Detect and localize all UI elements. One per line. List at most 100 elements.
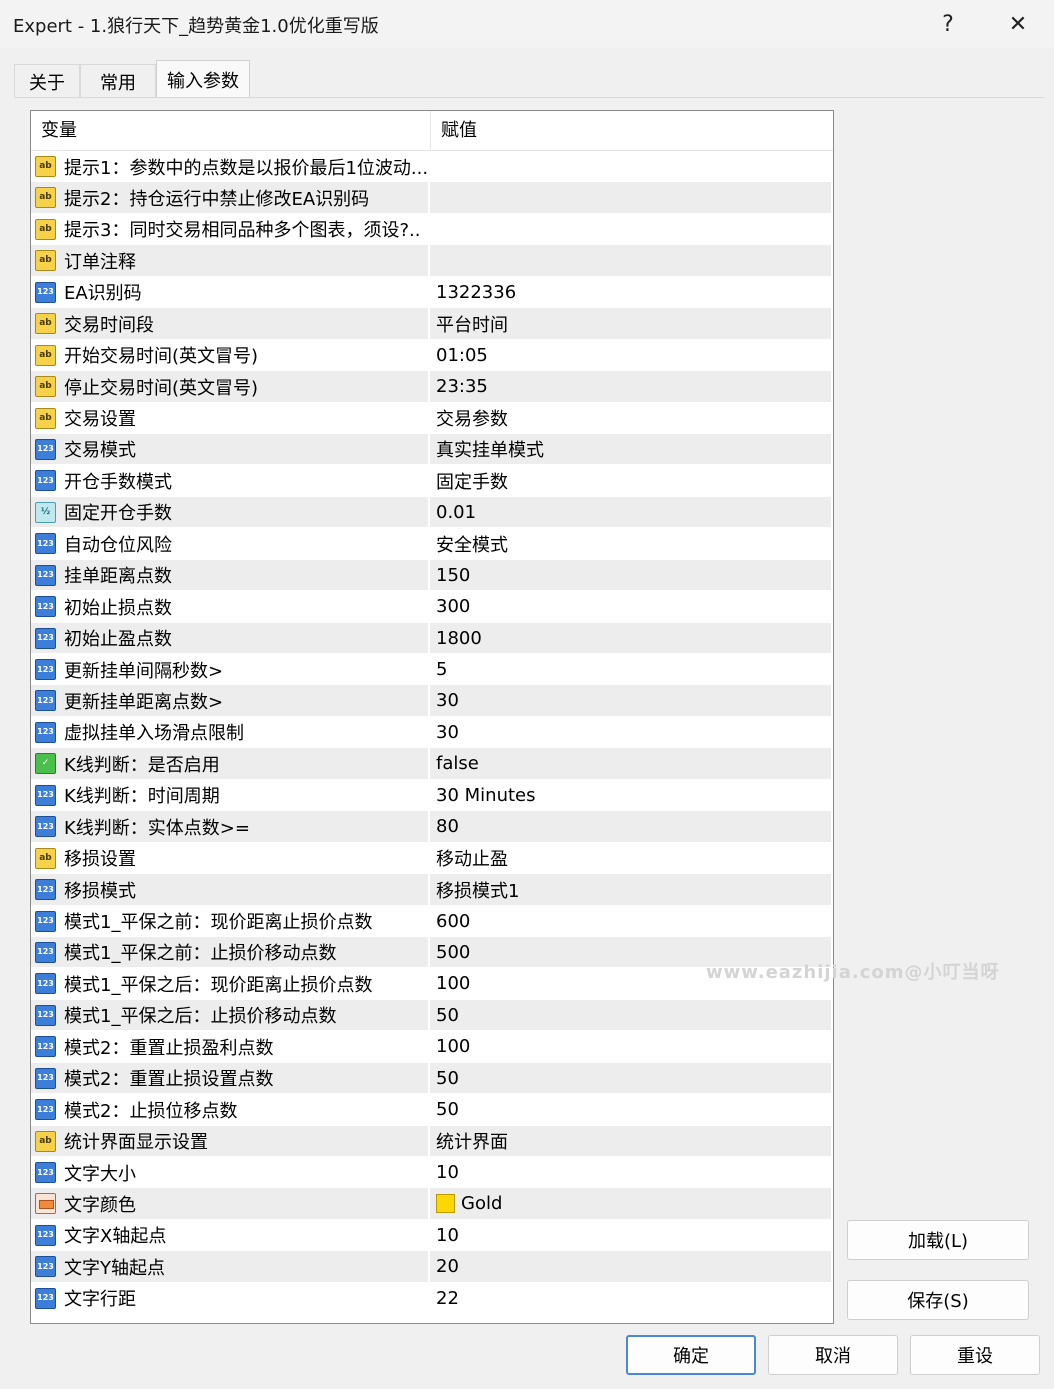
value-cell[interactable]: 23:35 [431, 371, 831, 402]
cancel-button[interactable]: 取消 [768, 1335, 898, 1375]
value-cell[interactable]: 真实挂单模式 [431, 434, 831, 465]
table-row[interactable]: 123 文字行距 22 [31, 1282, 831, 1315]
variable-cell[interactable]: ab 交易时间段 [31, 308, 430, 340]
variable-cell[interactable]: 123 开仓手数模式 [31, 465, 430, 497]
table-row[interactable]: 123 文字Y轴起点 20 [31, 1251, 831, 1283]
table-row[interactable]: ab 订单注释 [31, 245, 831, 277]
variable-cell[interactable]: 123 更新挂单距离点数> [31, 685, 430, 717]
variable-cell[interactable]: ab 移损设置 [31, 842, 430, 874]
table-row[interactable]: 123 模式1_平保之前：现价距离止损价点数 600 [31, 905, 831, 937]
variable-cell[interactable]: ab 交易设置 [31, 402, 430, 434]
value-cell[interactable]: 统计界面 [431, 1126, 831, 1157]
table-row[interactable]: 文字颜色 Gold [31, 1188, 831, 1220]
table-row[interactable]: ab 交易时间段 平台时间 [31, 308, 831, 340]
tab-about[interactable]: 关于 [14, 64, 80, 98]
help-button[interactable]: ? [916, 0, 980, 48]
variable-cell[interactable]: 123 挂单距离点数 [31, 559, 430, 591]
variable-cell[interactable]: 文字颜色 [31, 1188, 430, 1220]
value-cell[interactable]: 1800 [431, 623, 831, 654]
table-row[interactable]: 123 文字X轴起点 10 [31, 1219, 831, 1252]
value-cell[interactable]: 300 [431, 591, 831, 622]
variable-cell[interactable]: 123 虚拟挂单入场滑点限制 [31, 716, 430, 748]
save-button[interactable]: 保存(S) [847, 1280, 1029, 1320]
variable-cell[interactable]: 123 K线判断：时间周期 [31, 779, 430, 811]
variable-cell[interactable]: 123 更新挂单间隔秒数> [31, 654, 430, 685]
variable-cell[interactable]: 123 初始止损点数 [31, 591, 430, 623]
variable-cell[interactable]: 123 模式1_平保之前：现价距离止损价点数 [31, 905, 430, 937]
variable-cell[interactable]: 123 模式2：重置止损盈利点数 [31, 1031, 430, 1063]
value-cell[interactable]: Gold [431, 1188, 831, 1219]
tab-common[interactable]: 常用 [80, 64, 156, 98]
value-cell[interactable]: 交易参数 [431, 403, 831, 434]
value-cell[interactable]: 50 [431, 1094, 831, 1125]
table-row[interactable]: 123 模式2：重置止损设置点数 50 [31, 1062, 831, 1095]
table-row[interactable]: 123 文字大小 10 [31, 1157, 831, 1189]
variable-cell[interactable]: 123 模式1_平保之后：现价距离止损价点数 [31, 968, 430, 1000]
table-row[interactable]: 123 模式1_平保之后：止损价移动点数 50 [31, 999, 831, 1032]
variable-cell[interactable]: 123 文字行距 [31, 1282, 430, 1314]
value-cell[interactable] [431, 245, 831, 276]
value-cell[interactable]: 5 [431, 654, 831, 685]
variable-cell[interactable]: 123 模式1_平保之前：止损价移动点数 [31, 936, 430, 968]
table-row[interactable]: 123 初始止盈点数 1800 [31, 622, 831, 654]
variable-cell[interactable]: 123 K线判断：实体点数>= [31, 811, 430, 843]
tab-inputs[interactable]: 输入参数 [156, 60, 250, 98]
variable-cell[interactable]: ✓ K线判断：是否启用 [31, 748, 430, 780]
table-row[interactable]: ab 停止交易时间(英文冒号) 23:35 [31, 371, 831, 403]
variable-cell[interactable]: 123 模式2：止损位移点数 [31, 1094, 430, 1126]
variable-cell[interactable]: 123 交易模式 [31, 433, 430, 465]
variable-cell[interactable]: 123 模式1_平保之后：止损价移动点数 [31, 999, 430, 1031]
table-row[interactable]: 123 更新挂单间隔秒数> 5 [31, 654, 831, 686]
value-cell[interactable]: 平台时间 [431, 308, 831, 339]
variable-cell[interactable]: ab 提示1：参数中的点数是以报价最后1位波动... [31, 151, 430, 182]
value-cell[interactable] [431, 182, 831, 213]
table-row[interactable]: 123 虚拟挂单入场滑点限制 30 [31, 716, 831, 749]
value-cell[interactable]: 30 Minutes [431, 780, 831, 811]
value-cell[interactable]: 0.01 [431, 497, 831, 528]
variable-cell[interactable]: ab 统计界面显示设置 [31, 1125, 430, 1157]
reset-button[interactable]: 重设 [910, 1335, 1040, 1375]
close-button[interactable]: ✕ [986, 0, 1050, 48]
variable-cell[interactable]: ab 订单注释 [31, 245, 430, 277]
table-row[interactable]: ab 提示3：同时交易相同品种多个图表，须设?.. [31, 213, 831, 246]
value-cell[interactable]: false [431, 748, 831, 779]
table-row[interactable]: 123 移损模式 移损模式1 [31, 874, 831, 906]
variable-cell[interactable]: 123 模式2：重置止损设置点数 [31, 1062, 430, 1094]
column-header-variable[interactable]: 变量 [31, 111, 431, 151]
variable-cell[interactable]: 123 文字X轴起点 [31, 1219, 430, 1251]
value-cell[interactable]: 100 [431, 1031, 831, 1062]
table-row[interactable]: ab 移损设置 移动止盈 [31, 842, 831, 875]
table-row[interactable]: ab 开始交易时间(英文冒号) 01:05 [31, 339, 831, 372]
table-row[interactable]: 123 开仓手数模式 固定手数 [31, 465, 831, 497]
value-cell[interactable] [431, 214, 831, 245]
value-cell[interactable]: 固定手数 [431, 465, 831, 496]
table-row[interactable]: ✓ K线判断：是否启用 false [31, 748, 831, 780]
value-cell[interactable]: 10 [431, 1157, 831, 1188]
table-row[interactable]: 123 K线判断：实体点数>= 80 [31, 811, 831, 843]
table-row[interactable]: 123 交易模式 真实挂单模式 [31, 433, 831, 466]
table-row[interactable]: ½ 固定开仓手数 0.01 [31, 496, 831, 529]
variable-cell[interactable]: ab 提示2：持仓运行中禁止修改EA识别码 [31, 182, 430, 214]
table-row[interactable]: ab 提示1：参数中的点数是以报价最后1位波动... [31, 151, 831, 183]
table-row[interactable]: ab 提示2：持仓运行中禁止修改EA识别码 [31, 182, 831, 214]
variable-cell[interactable]: 123 移损模式 [31, 874, 430, 906]
variable-cell[interactable]: 123 EA识别码 [31, 276, 430, 308]
variable-cell[interactable]: ab 提示3：同时交易相同品种多个图表，须设?.. [31, 213, 430, 245]
value-cell[interactable]: 移损模式1 [431, 874, 831, 905]
variable-cell[interactable]: 123 文字大小 [31, 1157, 430, 1188]
variable-cell[interactable]: ab 开始交易时间(英文冒号) [31, 339, 430, 371]
value-cell[interactable]: 50 [431, 1063, 831, 1094]
value-cell[interactable]: 80 [431, 811, 831, 842]
ok-button[interactable]: 确定 [626, 1335, 756, 1375]
variable-cell[interactable]: 123 初始止盈点数 [31, 622, 430, 654]
table-row[interactable]: 123 更新挂单距离点数> 30 [31, 685, 831, 717]
table-row[interactable]: ab 交易设置 交易参数 [31, 402, 831, 434]
table-row[interactable]: 123 模式2：重置止损盈利点数 100 [31, 1031, 831, 1063]
table-row[interactable]: 123 K线判断：时间周期 30 Minutes [31, 779, 831, 812]
value-cell[interactable]: 30 [431, 685, 831, 716]
column-header-value[interactable]: 赋值 [431, 111, 833, 151]
table-row[interactable]: ab 统计界面显示设置 统计界面 [31, 1125, 831, 1157]
table-row[interactable]: 123 挂单距离点数 150 [31, 559, 831, 592]
table-row[interactable]: 123 模式2：止损位移点数 50 [31, 1094, 831, 1126]
value-cell[interactable]: 150 [431, 560, 831, 591]
